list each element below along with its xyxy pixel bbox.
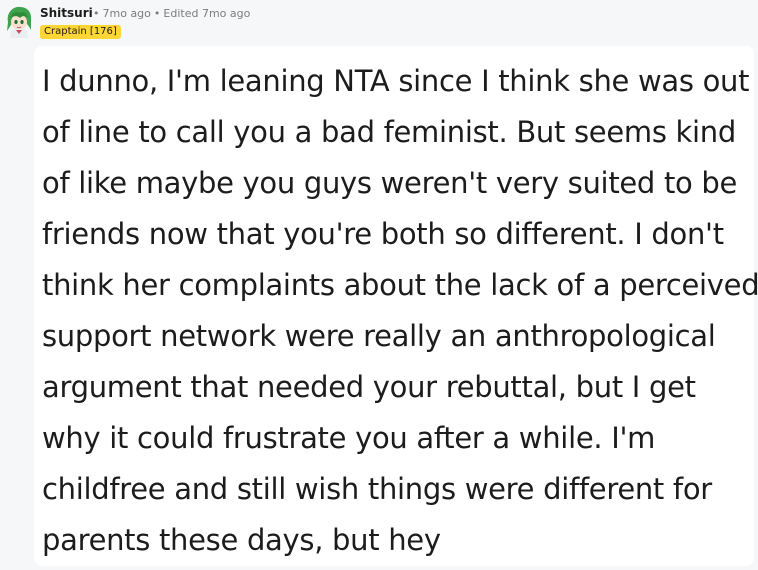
comment-line: childfree and still wish things were dif… — [42, 472, 712, 506]
comment: Shitsuri • 7mo ago • Edited 7mo ago Craptai… — [0, 0, 758, 570]
edited-label: Edited 7mo ago — [163, 7, 251, 20]
avatar-icon[interactable] — [4, 4, 34, 38]
comment-body-card: I dunno, I'm leaning NTA since I think s… — [34, 46, 758, 566]
comment-line: support network were really an anthropol… — [42, 319, 716, 353]
separator-dot: • — [153, 7, 161, 20]
author-username[interactable]: Shitsuri — [40, 6, 93, 20]
separator-dot: • — [93, 7, 100, 20]
comment-line: think her complaints about the lack of a… — [42, 268, 758, 302]
comment-line: argument that needed your rebuttal, but … — [42, 370, 696, 404]
comment-line: I dunno, I'm leaning NTA since I think s… — [42, 64, 750, 98]
comment-line: of like maybe you guys weren't very suit… — [42, 166, 738, 200]
comment-time[interactable]: 7mo ago — [103, 7, 151, 20]
comment-line: of line to call you a bad feminist. But … — [42, 115, 736, 149]
comment-line: why it could frustrate you after a while… — [42, 421, 656, 455]
comment-meta: • 7mo ago • Edited 7mo ago — [90, 7, 250, 20]
user-flair: Craptain [176] — [40, 25, 121, 39]
comment-line: friends now that you're both so differen… — [42, 217, 724, 251]
comment-body: I dunno, I'm leaning NTA since I think s… — [42, 56, 758, 566]
comment-line: parents these days, but hey — [42, 523, 441, 557]
comment-header: Shitsuri • 7mo ago • Edited 7mo ago Craptai… — [0, 0, 758, 44]
